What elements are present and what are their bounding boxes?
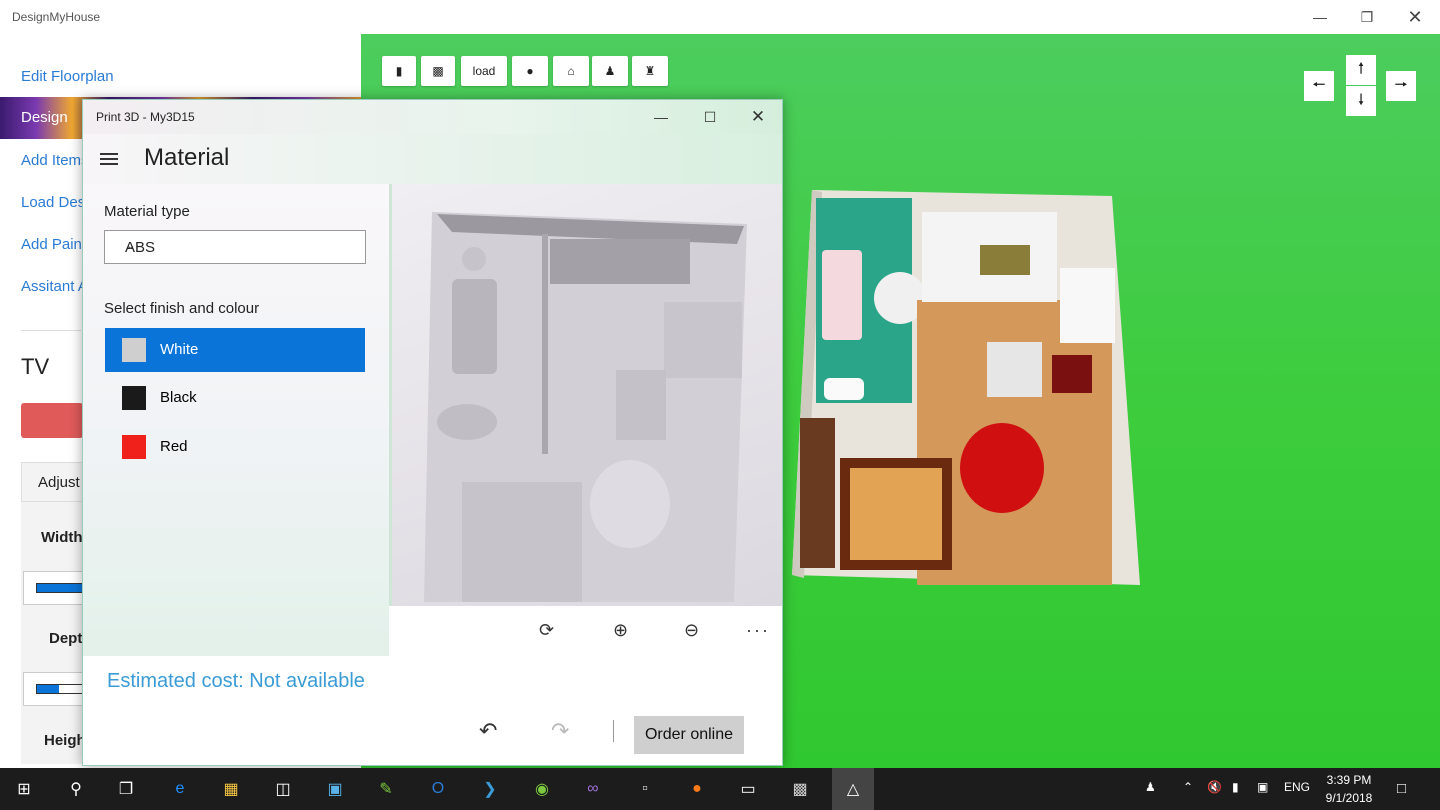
restore-button[interactable]: ❐: [1344, 0, 1390, 34]
camera-icon[interactable]: ●: [512, 56, 548, 86]
zoom-in-icon[interactable]: ⊕: [613, 620, 628, 641]
clock[interactable]: 3:39 PM 9/1/2018: [1323, 771, 1375, 807]
preview-toolbar: ⟳ ⊕ ⊖ ···: [389, 606, 782, 656]
p3-minimize-button[interactable]: —: [638, 100, 684, 134]
section-title: TV: [21, 354, 50, 379]
taskbar: ⊞ ⚲ ❐ e ▦ ◫ ▣ ✎ O ❯ ◉ ∞ ▫ ● ▭ ▩ △ ♟ ⌃ 🔇 …: [0, 768, 1440, 810]
load-button[interactable]: load: [461, 56, 507, 86]
height-label: Heigh: [44, 732, 86, 749]
print-3d-titlebar: Print 3D - My3D15 — ☐ ✕: [83, 100, 782, 134]
edge-icon[interactable]: e: [166, 775, 194, 803]
model-preview[interactable]: [389, 184, 782, 606]
clock-time: 3:39 PM: [1326, 773, 1372, 787]
print-3d-taskbar-icon[interactable]: △: [832, 768, 874, 810]
sidebar-item-load-design[interactable]: Load Des: [21, 194, 85, 211]
close-button[interactable]: ✕: [1392, 0, 1438, 34]
people-icon[interactable]: ♟: [1145, 780, 1156, 794]
app-titlebar: DesignMyHouse: [0, 0, 1440, 34]
hamburger-menu-icon[interactable]: [100, 153, 118, 165]
finish-option-label: White: [160, 341, 199, 358]
finish-label: Select finish and colour: [104, 300, 260, 317]
finish-option-label: Red: [160, 438, 188, 455]
zoom-out-icon[interactable]: ⊖: [684, 620, 699, 641]
material-title: Material: [144, 144, 230, 171]
arrow-right-icon[interactable]: 🠒: [1386, 71, 1416, 101]
white-swatch: [122, 338, 146, 362]
outlook-icon[interactable]: O: [424, 775, 452, 803]
sidebar-item-add-paint[interactable]: Add Pain: [21, 236, 82, 253]
material-type-dropdown[interactable]: ABS ⌄: [104, 230, 366, 264]
battery-icon[interactable]: ▮: [1232, 780, 1239, 794]
notifications-icon[interactable]: □: [1397, 780, 1406, 797]
width-label: Width: [41, 529, 83, 546]
app-title: DesignMyHouse: [12, 10, 101, 24]
undo-icon[interactable]: ↶: [479, 718, 497, 744]
network-icon[interactable]: ▣: [1257, 780, 1268, 794]
notepad-app-icon[interactable]: ✎: [372, 775, 400, 803]
clock-date: 9/1/2018: [1325, 791, 1373, 805]
black-swatch: [122, 386, 146, 410]
width-slider[interactable]: [23, 571, 84, 605]
arrow-left-icon[interactable]: 🠐: [1304, 71, 1334, 101]
arrow-up-icon[interactable]: 🠑: [1346, 55, 1376, 85]
store-icon[interactable]: ◫: [269, 775, 297, 803]
task-view-icon[interactable]: ❐: [112, 775, 140, 803]
finish-option-red[interactable]: Red: [105, 425, 365, 469]
firefox-icon[interactable]: ●: [683, 775, 711, 803]
volume-muted-icon[interactable]: 🔇: [1207, 780, 1222, 794]
redo-icon[interactable]: ↷: [551, 718, 569, 744]
adjust-tab[interactable]: Adjust: [21, 462, 83, 502]
language-indicator[interactable]: ENG: [1284, 780, 1310, 794]
print-3d-icon[interactable]: ♜: [632, 56, 668, 86]
finish-option-black[interactable]: Black: [105, 376, 365, 420]
sidebar-divider: [21, 330, 81, 331]
material-type-label: Material type: [104, 203, 190, 220]
person-icon[interactable]: ♟: [592, 56, 628, 86]
vscode-icon[interactable]: ❯: [476, 775, 504, 803]
order-online-button[interactable]: Order online: [634, 716, 744, 754]
depth-label: Dept: [49, 630, 83, 647]
material-header: Material: [83, 134, 782, 184]
new-file-icon[interactable]: ▮: [382, 56, 416, 86]
p3-maximize-button[interactable]: ☐: [687, 100, 733, 134]
model-preview-render: [424, 212, 747, 602]
search-icon[interactable]: ⚲: [62, 775, 90, 803]
visual-studio-icon[interactable]: ∞: [579, 775, 607, 803]
android-studio-icon[interactable]: ◉: [528, 775, 556, 803]
start-windows-icon[interactable]: ⊞: [10, 775, 38, 803]
arrow-down-icon[interactable]: 🠓: [1346, 86, 1376, 116]
delete-button[interactable]: [21, 403, 83, 438]
app-window-icon[interactable]: ▫: [631, 775, 659, 803]
sidebar-item-design-label: Design: [21, 109, 68, 126]
home-icon[interactable]: ⌂: [553, 56, 589, 86]
print-3d-dialog: Print 3D - My3D15 — ☐ ✕ Material Materia…: [82, 99, 783, 766]
adjust-tab-label: Adjust: [38, 474, 80, 491]
sidebar-item-assistant[interactable]: Assitant A: [21, 278, 88, 295]
print-app-icon[interactable]: ▩: [786, 775, 814, 803]
p3-close-button[interactable]: ✕: [735, 100, 781, 134]
photos-app-icon[interactable]: ▣: [321, 775, 349, 803]
toolbar-divider: [613, 720, 614, 742]
finish-option-white[interactable]: White: [105, 328, 365, 372]
more-options-icon[interactable]: ···: [746, 620, 770, 641]
rotate-camera-icon[interactable]: ⟳: [539, 620, 554, 641]
file-explorer-icon[interactable]: ▦: [217, 775, 245, 803]
terminal-icon[interactable]: ▭: [734, 775, 762, 803]
red-swatch: [122, 435, 146, 459]
floorplan-3d-model[interactable]: [792, 190, 1140, 590]
sidebar-item-edit-floorplan[interactable]: Edit Floorplan: [21, 68, 114, 85]
sidebar-item-add-items[interactable]: Add Items: [21, 152, 89, 169]
estimated-cost: Estimated cost: Not available: [107, 670, 365, 692]
chevron-up-icon[interactable]: ⌃: [1183, 780, 1193, 794]
save-file-icon[interactable]: ▩: [421, 56, 455, 86]
depth-slider[interactable]: [23, 672, 84, 706]
print-3d-window-title: Print 3D - My3D15: [96, 110, 195, 124]
finish-option-label: Black: [160, 389, 197, 406]
chevron-down-icon: ⌄: [125, 237, 136, 252]
minimize-button[interactable]: —: [1297, 0, 1343, 34]
